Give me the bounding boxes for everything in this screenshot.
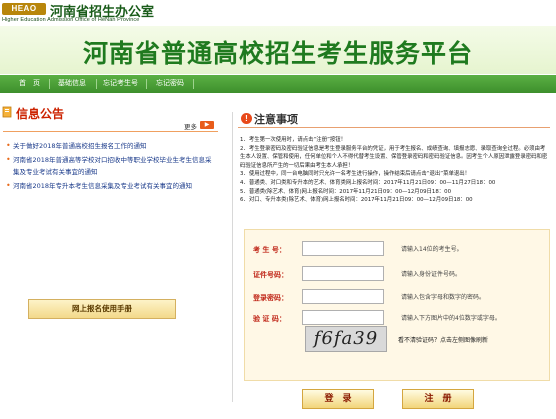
- candidate-id-hint: 请输入14位的考生号。: [401, 246, 463, 253]
- password-label: 登录密码：: [253, 294, 288, 302]
- exclamation-icon: !: [241, 113, 252, 124]
- nav-separator: [49, 79, 50, 89]
- office-name-en: Higher Education Admission Office of HeN…: [2, 17, 140, 23]
- nav-item-basic-info[interactable]: 基础信息: [58, 78, 86, 88]
- id-number-input[interactable]: [302, 266, 384, 281]
- attention-item: 5．普通类(除艺术、体育)网上报名时间：2017年11月21日09：00—12月…: [240, 188, 451, 195]
- main-nav: 首 页 基础信息 忘记考生号 忘记密码: [0, 75, 556, 93]
- notice-panel: 信息公告 更多 ▶ 关于做好2018年普通高校招生报名工作的通知 河南省2018…: [0, 100, 222, 419]
- candidate-id-label: 考 生 号：: [253, 246, 286, 254]
- attention-item: 6．对口、专升本类(除艺术、体育)网上报名时间：2017年11月21日09：00…: [240, 197, 473, 204]
- nav-item-forgot-id[interactable]: 忘记考生号: [103, 78, 138, 88]
- captcha-input[interactable]: [302, 310, 384, 325]
- notice-list: 关于做好2018年普通高校招生报名工作的通知 河南省2018年普通高等学校对口招…: [4, 140, 218, 194]
- info-notice-icon: [2, 106, 12, 118]
- nav-item-home[interactable]: 首 页: [19, 78, 40, 88]
- nav-separator: [193, 79, 194, 89]
- attention-item: 3．使用过程中，同一台电脑同时只允许一名考生进行操作，操作结束后请点击“退出”菜…: [240, 171, 471, 178]
- notice-item[interactable]: 河南省2018年专升本考生信息采集及专业考试有关事宜的通知: [4, 180, 218, 192]
- attention-item: 4．普通类、对口类和专升本的艺术、体育类网上报名时间：2017年11月21日09…: [240, 179, 496, 186]
- captcha-image[interactable]: f6fa39: [305, 326, 387, 352]
- password-input[interactable]: [302, 289, 384, 304]
- user-manual-button[interactable]: 网上报名使用手册: [28, 299, 176, 319]
- register-button[interactable]: 注 册: [402, 389, 474, 409]
- divider: [3, 131, 218, 132]
- password-hint: 请输入包含字母和数字的密码。: [401, 294, 486, 301]
- notice-item[interactable]: 关于做好2018年普通高校招生报名工作的通知: [4, 140, 218, 152]
- platform-title: 河南省普通高校招生考生服务平台: [82, 39, 473, 68]
- banner: 河南省普通高校招生考生服务平台: [0, 26, 556, 74]
- captcha-hint-text: 请输入下方图片中的4位数字或字母。: [401, 315, 501, 322]
- id-number-label: 证件号码：: [253, 271, 288, 279]
- login-form: 考 生 号： 请输入14位的考生号。 证件号码： 请输入身份证件号码。 登录密码…: [244, 229, 550, 381]
- login-button[interactable]: 登 录: [302, 389, 374, 409]
- candidate-id-input[interactable]: [302, 241, 384, 256]
- logo: HEAO: [2, 3, 46, 15]
- captcha-label: 验 证 码：: [253, 315, 286, 323]
- attention-item: 1．考生第一次使用时，请点击“注册”按钮！: [240, 137, 347, 143]
- captcha-refresh-hint[interactable]: 看不清验证码？点击左侧图像刷新: [398, 335, 488, 344]
- attention-list: 1．考生第一次使用时，请点击“注册”按钮！ 2．考生登录密码及密码验证信息是考生…: [240, 136, 550, 205]
- nav-separator: [96, 79, 97, 89]
- id-number-hint: 请输入身份证件号码。: [401, 271, 462, 278]
- more-arrow-icon[interactable]: ▶: [200, 121, 214, 129]
- more-link[interactable]: 更多: [184, 121, 197, 131]
- nav-item-forgot-password[interactable]: 忘记密码: [156, 78, 184, 88]
- notice-title: 信息公告: [16, 107, 65, 121]
- top-header: HEAO 河南省招生办公室 Higher Education Admission…: [0, 0, 556, 26]
- attention-item: 2．考生登录密码及密码验证信息是考生登录服务平台的凭证，用于考生报名、成绩查询、…: [240, 145, 548, 169]
- notice-item[interactable]: 河南省2018年普通高等学校对口招收中等职业学校毕业生考生信息采集及专业考试有关…: [4, 154, 218, 178]
- attention-title: 注意事项: [254, 113, 298, 126]
- nav-separator: [146, 79, 147, 89]
- divider: [232, 112, 233, 402]
- divider: [238, 127, 550, 128]
